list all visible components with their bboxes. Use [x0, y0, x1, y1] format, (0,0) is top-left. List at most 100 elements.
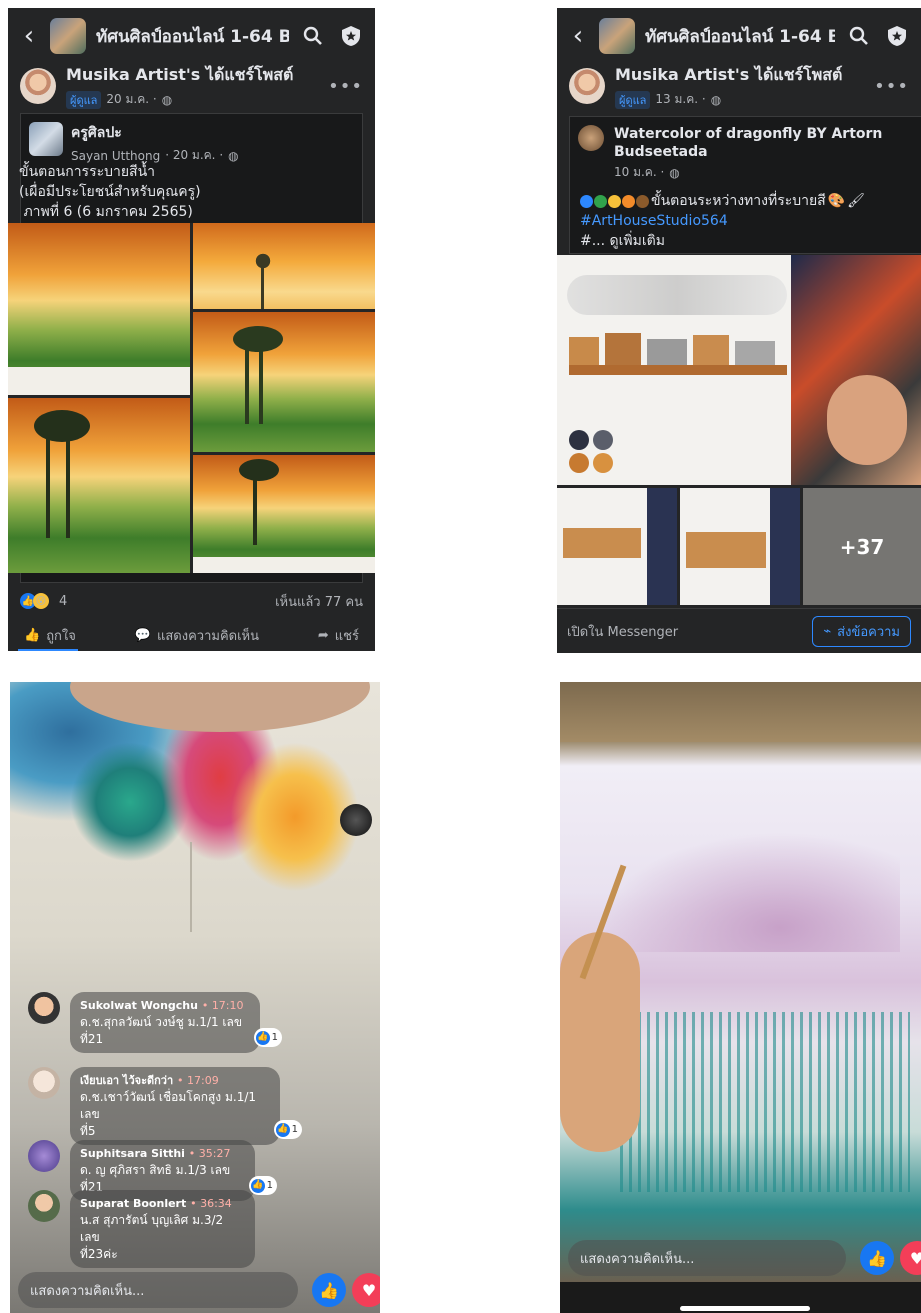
- shield-admin-icon[interactable]: [883, 22, 911, 50]
- comment-text: ด.ช.เชาว์วัฒน์ เชื่อมโคกสูง ม.1/1 เลข: [80, 1090, 257, 1121]
- heart-button[interactable]: ♥: [352, 1273, 380, 1307]
- more-options-icon[interactable]: •••: [328, 76, 363, 97]
- search-icon[interactable]: [845, 22, 873, 50]
- like-label: ถูกใจ: [46, 628, 76, 644]
- comment-bubble-icon: 💬: [134, 627, 151, 643]
- avatar[interactable]: [28, 1190, 60, 1222]
- live-video-panel-left[interactable]: Sukolwat Wongchu • 17:10 ด.ช.สุกลวัฒน์ ว…: [10, 682, 380, 1313]
- watercolor-tree-artwork: [10, 682, 380, 932]
- like-button[interactable]: 👍 ถูกใจ: [24, 625, 76, 646]
- messenger-bar: เปิดใน Messenger ⌁ ส่งข้อความ: [557, 608, 921, 653]
- painting-image[interactable]: [8, 223, 190, 395]
- commenter-name[interactable]: Suphitsara Sitthi: [80, 1147, 185, 1160]
- post-date[interactable]: 13 ม.ค. ·: [655, 90, 705, 109]
- group-top-bar: ‹ ทัศนศิลป์ออนไลน์ 1-64 B...: [557, 8, 921, 64]
- comment-input[interactable]: แสดงความคิดเห็น...: [568, 1240, 846, 1276]
- post-image-grid[interactable]: [8, 223, 375, 573]
- shield-admin-icon[interactable]: [337, 22, 365, 50]
- shared-page-name[interactable]: ครูศิลปะ: [71, 122, 239, 144]
- avatar[interactable]: [29, 122, 63, 156]
- home-indicator: [680, 1306, 810, 1311]
- post-image-collage[interactable]: +37: [557, 255, 921, 605]
- search-icon[interactable]: [299, 22, 327, 50]
- post-header: Musika Artist's ได้แชร์โพสต์ ผู้ดูแล 20 …: [8, 60, 375, 112]
- comment-label: แสดงความคิดเห็น: [156, 628, 259, 644]
- like-active-indicator: [18, 649, 78, 651]
- group-avatar[interactable]: [50, 18, 86, 54]
- group-top-bar: ‹ ทัศนศิลป์ออนไลน์ 1-64 B...: [8, 8, 375, 64]
- painting-image[interactable]: [193, 455, 375, 573]
- caption-text: ขั้นตอนระหว่างทางที่ระบายสี: [651, 193, 826, 209]
- comment-input[interactable]: แสดงความคิดเห็น...: [18, 1272, 298, 1308]
- poster-name[interactable]: Musika Artist's ได้แชร์โพสต์: [615, 63, 842, 88]
- reaction-count[interactable]: 4: [59, 594, 67, 609]
- back-arrow-icon[interactable]: ‹: [567, 21, 589, 51]
- group-title[interactable]: ทัศนศิลป์ออนไลน์ 1-64 B...: [645, 23, 835, 50]
- commenter-name[interactable]: Sukolwat Wongchu: [80, 999, 198, 1012]
- comment-time: 17:10: [211, 999, 244, 1012]
- group-title[interactable]: ทัศนศิลป์ออนไลน์ 1-64 B...: [96, 23, 289, 50]
- comment-like-count[interactable]: 👍 1: [273, 1120, 302, 1139]
- post-actions: 👍 ถูกใจ 💬 แสดงความคิดเห็น ➦ แชร์: [8, 619, 375, 651]
- painting-thumb-image[interactable]: +37: [803, 488, 921, 605]
- open-in-messenger-link[interactable]: เปิดใน Messenger: [567, 621, 678, 642]
- shared-page-title[interactable]: Watercolor of dragonfly BY Artorn Budsee…: [614, 125, 904, 161]
- avatar[interactable]: [28, 992, 60, 1024]
- shared-author[interactable]: Sayan Utthong: [71, 149, 160, 163]
- painting-image[interactable]: [193, 312, 375, 452]
- share-arrow-icon: ➦: [317, 627, 329, 643]
- comment-bubble[interactable]: Suparat Boonlert • 36:34 น.ส สุภารัตน์ บ…: [70, 1190, 255, 1268]
- live-comment: Sukolwat Wongchu • 17:10 ด.ช.สุกลวัฒน์ ว…: [28, 992, 282, 1053]
- avatar[interactable]: [20, 68, 56, 104]
- live-comment: Suparat Boonlert • 36:34 น.ส สุภารัตน์ บ…: [28, 1190, 255, 1268]
- see-more-link[interactable]: #... ดูเพิ่มเติม: [580, 231, 865, 251]
- view-count[interactable]: เห็นแล้ว 77 คน: [275, 591, 363, 612]
- comment-time: 35:27: [198, 1147, 231, 1160]
- commenter-name[interactable]: Suparat Boonlert: [80, 1197, 186, 1210]
- caption-line: ขั้นตอนระหว่างทางที่ระบายสี 🎨 🖌: [580, 191, 865, 211]
- live-video-panel-right[interactable]: แสดงความคิดเห็น... 👍 ♥: [560, 682, 921, 1313]
- comment-text: ที่23ค่ะ: [80, 1247, 118, 1261]
- shared-date[interactable]: 10 ม.ค. ·: [614, 163, 664, 182]
- wow-reaction-icon: 😮: [33, 593, 49, 609]
- send-message-button[interactable]: ⌁ ส่งข้อความ: [812, 615, 911, 647]
- avatar[interactable]: [28, 1140, 60, 1172]
- comment-like-count[interactable]: 👍 1: [253, 1028, 282, 1047]
- commenter-name[interactable]: เงียบเอา ไว้จะดีกว่า: [80, 1074, 173, 1087]
- poster-name[interactable]: Musika Artist's ได้แชร์โพสต์: [66, 63, 293, 88]
- post-date[interactable]: 20 ม.ค. ·: [106, 90, 156, 109]
- painting-image[interactable]: [193, 223, 375, 309]
- shared-post[interactable]: Watercolor of dragonfly BY Artorn Budsee…: [569, 116, 921, 254]
- comment-bubble[interactable]: เงียบเอา ไว้จะดีกว่า • 17:09 ด.ช.เชาว์วั…: [70, 1067, 302, 1145]
- comment-bubble[interactable]: Sukolwat Wongchu • 17:10 ด.ช.สุกลวัฒน์ ว…: [70, 992, 282, 1053]
- thumbs-up-icon: 👍: [24, 627, 41, 643]
- post-meta: ผู้ดูแล 13 ม.ค. · ◍: [615, 90, 842, 109]
- comment-button[interactable]: 💬 แสดงความคิดเห็น: [135, 625, 259, 646]
- share-button[interactable]: ➦ แชร์: [318, 625, 359, 646]
- painting-main-image[interactable]: [557, 255, 921, 485]
- like-button[interactable]: 👍: [860, 1241, 894, 1275]
- back-arrow-icon[interactable]: ‹: [18, 21, 40, 51]
- reaction-summary[interactable]: 👍 😮 4 เห็นแล้ว 77 คน: [8, 588, 375, 614]
- globe-icon: ◍: [161, 92, 173, 107]
- share-label: แชร์: [334, 628, 359, 644]
- group-avatar[interactable]: [599, 18, 635, 54]
- admin-badge: ผู้ดูแล: [66, 90, 102, 109]
- painting-image[interactable]: [8, 398, 190, 573]
- colored-circles-icon: [580, 194, 649, 208]
- globe-icon: ◍: [669, 165, 680, 180]
- admin-badge: ผู้ดูแล: [615, 90, 651, 109]
- avatar[interactable]: [28, 1067, 60, 1099]
- palette-icon: 🎨: [827, 193, 846, 209]
- post-panel-left: ‹ ทัศนศิลป์ออนไลน์ 1-64 B... Musika Arti…: [8, 8, 375, 651]
- more-options-icon[interactable]: •••: [874, 76, 909, 97]
- send-message-label: ส่งข้อความ: [837, 624, 900, 640]
- comment-text: ด.ช.สุกลวัฒน์ วงษ์ชู ม.1/1 เลข: [80, 1015, 243, 1029]
- hashtag-link[interactable]: #ArtHouseStudio564: [580, 211, 865, 231]
- painting-thumb-image[interactable]: [557, 488, 677, 605]
- more-photos-count[interactable]: +37: [840, 535, 885, 559]
- painting-thumb-image[interactable]: [680, 488, 800, 605]
- like-button[interactable]: 👍: [312, 1273, 346, 1307]
- avatar[interactable]: [578, 125, 604, 151]
- avatar[interactable]: [569, 68, 605, 104]
